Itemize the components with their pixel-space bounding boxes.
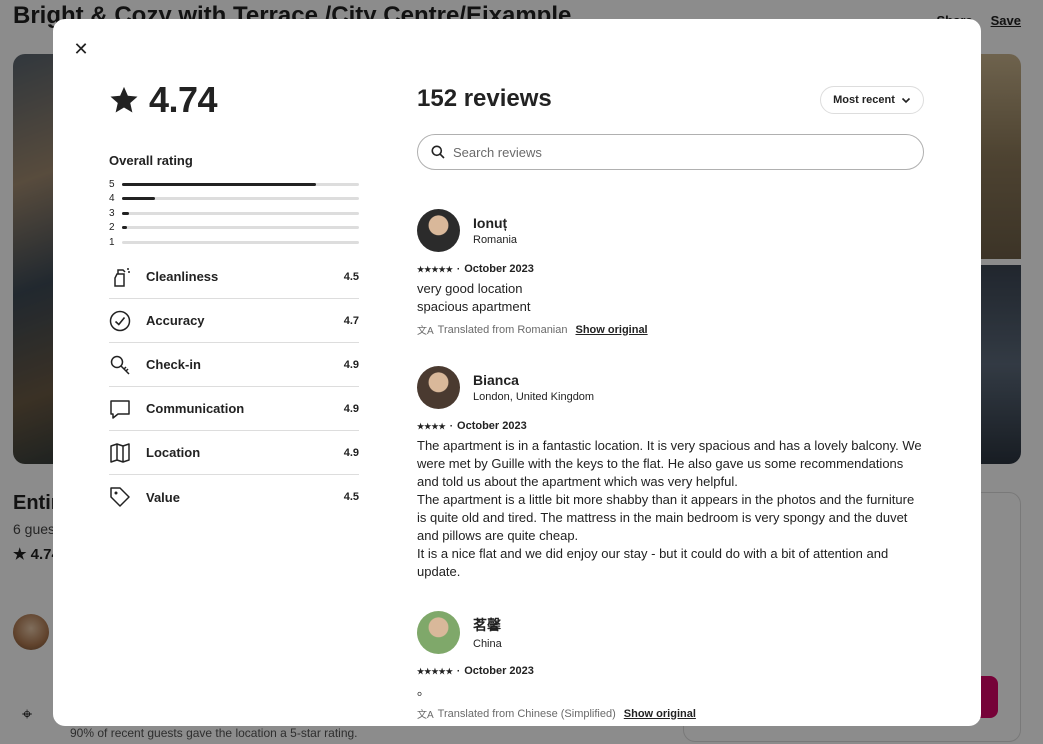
key-icon (110, 355, 130, 375)
search-reviews-box[interactable] (417, 134, 924, 170)
reviewer-avatar[interactable] (417, 366, 460, 409)
category-score: 4.5 (343, 270, 359, 283)
review-header: 茗馨 China (417, 611, 924, 654)
translation-note: 文A Translated from Romanian Show original (417, 322, 924, 338)
search-input[interactable] (453, 144, 893, 160)
category-score: 4.7 (343, 314, 359, 327)
tag-icon (110, 487, 130, 507)
close-icon[interactable]: ✕ (71, 39, 91, 59)
review-meta: ★★★★ · October 2023 (417, 420, 924, 432)
rating-bar-label: 5 (109, 178, 115, 190)
separator-dot: · (456, 263, 461, 275)
rating-bar-row: 2 (109, 221, 359, 236)
review-item: Bianca London, United Kingdom ★★★★ · October… (417, 366, 924, 581)
rating-bar-track (122, 182, 359, 186)
review-item: 茗馨 China ★★★★★ · October 2023 。文A Translated f… (417, 611, 924, 721)
category-label: Accuracy (146, 313, 205, 328)
rating-bar-track (122, 226, 359, 230)
category-row-value: Value 4.5 (109, 475, 359, 519)
category-label: Value (146, 489, 180, 505)
category-label: Cleanliness (146, 269, 219, 284)
chevron-down-icon (901, 97, 910, 104)
sort-label: Most recent (833, 94, 895, 106)
category-row-cleanliness: Cleanliness 4.5 (109, 255, 359, 299)
category-row-accuracy: Accuracy 4.7 (109, 299, 359, 343)
review-text: The apartment is in a fantastic location… (417, 438, 922, 579)
rating-bar-row: 1 (109, 235, 359, 250)
overall-rating-title: Overall rating (109, 153, 193, 168)
translation-label: Translated from Chinese (Simplified) (437, 707, 616, 720)
rating-bar-label: 3 (109, 207, 115, 219)
overall-rating-value: 4.74 (149, 79, 218, 120)
category-score: 4.9 (343, 402, 359, 415)
reviewer-name: Ionuț (473, 215, 508, 231)
rating-bar-track (122, 240, 359, 244)
rating-bar-label: 2 (109, 222, 115, 234)
review-date: October 2023 (464, 263, 534, 275)
review-text: 。 (417, 683, 431, 698)
rating-bar-label: 1 (109, 236, 115, 248)
overall-rating-header: 4.74 (109, 79, 218, 121)
show-original-link[interactable]: Show original (624, 708, 696, 720)
category-score: 4.9 (343, 446, 359, 459)
reviewer-location: London, United Kingdom (473, 391, 595, 403)
review-header: Bianca London, United Kingdom (417, 366, 924, 409)
review-date: October 2023 (464, 665, 534, 677)
category-row-check-in: Check-in 4.9 (109, 343, 359, 387)
review-text: very good location spacious apartment (417, 281, 531, 314)
rating-bar-fill (122, 182, 317, 186)
category-label: Check-in (146, 357, 201, 372)
reviews-count: 152 reviews (417, 85, 552, 112)
check-circle-icon (109, 310, 131, 331)
rating-distribution: 5 4 3 2 1 (109, 177, 359, 250)
search-icon (431, 145, 445, 159)
reviewer-avatar[interactable] (417, 611, 460, 654)
rating-bar-label: 4 (109, 193, 115, 205)
translate-icon: 文A (417, 710, 434, 721)
translation-note: 文A Translated from Chinese (Simplified) Sh… (417, 706, 924, 722)
category-score: 4.9 (343, 358, 359, 371)
review-meta: ★★★★★ · October 2023 (417, 263, 924, 275)
rating-bar-row: 5 (109, 177, 359, 192)
review-meta: ★★★★★ · October 2023 (417, 665, 924, 677)
reviews-modal: ✕ 4.74 Overall rating 5 4 3 2 1 Cleanliness 4… (53, 19, 981, 726)
review-stars: ★★★★★ (417, 666, 453, 676)
category-row-communication: Communication 4.9 (109, 387, 359, 431)
reviewer-location: China (473, 638, 502, 650)
review-stars: ★★★★ (417, 421, 446, 431)
chat-bubble-icon (110, 399, 130, 419)
rating-bar-row: 3 (109, 206, 359, 221)
rating-bar-track (122, 211, 359, 215)
map-icon (110, 442, 130, 463)
category-score: 4.5 (343, 491, 359, 503)
reviewer-avatar[interactable] (417, 209, 460, 252)
reviewer-location: Romania (473, 234, 518, 246)
translate-icon: 文A (417, 326, 434, 337)
show-original-link[interactable]: Show original (576, 324, 648, 336)
review-date: October 2023 (457, 420, 527, 432)
category-label: Location (146, 445, 201, 460)
reviewer-name: Bianca (473, 372, 519, 388)
rating-bar-fill (122, 226, 127, 230)
sort-dropdown[interactable]: Most recent (820, 86, 924, 114)
rating-bar-fill (122, 211, 130, 215)
category-ratings: Cleanliness 4.5 Accuracy 4.7 Check-in 4.9 Comm… (109, 255, 359, 519)
rating-bar-track (122, 197, 359, 201)
star-icon (110, 86, 138, 113)
reviewer-name: 茗馨 (473, 617, 501, 633)
category-row-location: Location 4.9 (109, 431, 359, 475)
spray-bottle-icon (114, 267, 130, 287)
review-item: Ionuț Romania ★★★★★ · October 2023 very good … (417, 209, 924, 337)
rating-bar-fill (122, 197, 156, 201)
separator-dot: · (449, 420, 454, 432)
separator-dot: · (456, 665, 461, 677)
translation-label: Translated from Romanian (437, 323, 568, 336)
rating-bar-row: 4 (109, 192, 359, 207)
review-header: Ionuț Romania (417, 209, 924, 252)
review-stars: ★★★★★ (417, 264, 453, 274)
category-label: Communication (146, 401, 245, 416)
